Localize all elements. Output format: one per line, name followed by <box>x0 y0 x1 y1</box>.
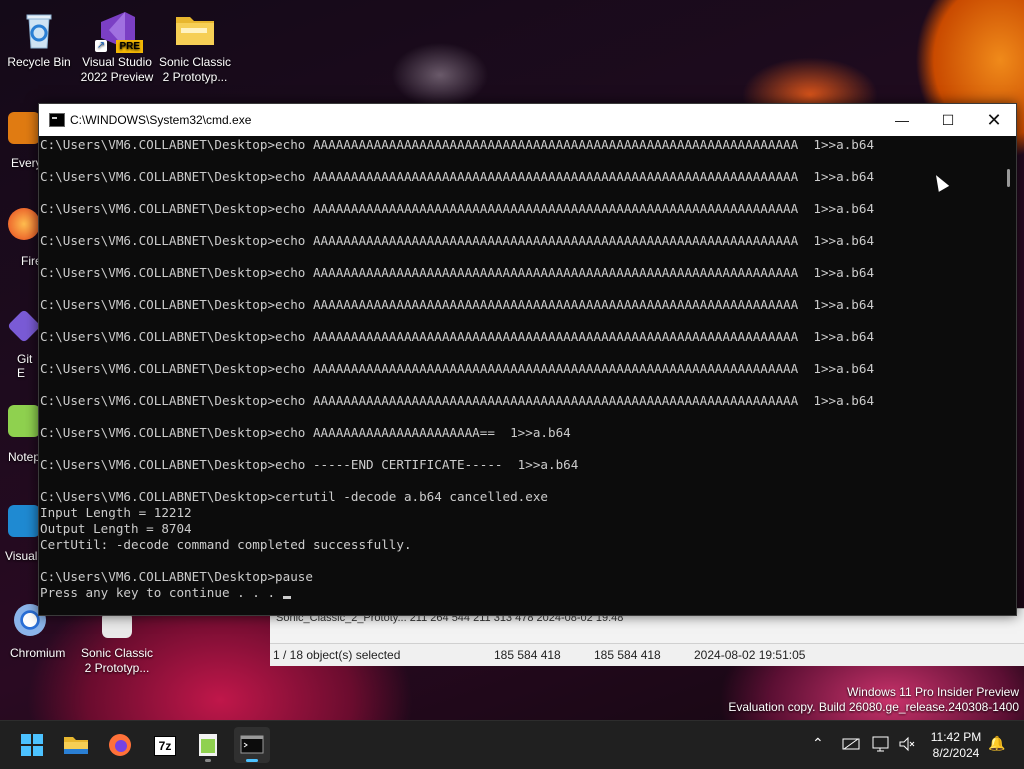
notepad-plus-plus-icon <box>199 734 217 756</box>
network-icon[interactable] <box>842 737 860 754</box>
system-clock[interactable]: 11:42 PM 8/2/2024 <box>921 729 991 761</box>
watermark-edition: Windows 11 Pro Insider Preview <box>847 685 1019 699</box>
desktop-icon-label: Recycle Bin <box>7 55 71 69</box>
desktop-icon-label: Git E <box>17 352 33 380</box>
show-hidden-icons-chevron-icon[interactable]: ⌃ <box>812 735 824 752</box>
desktop-icon-label: Sonic Classic 2 Prototyp... <box>158 55 232 84</box>
taskbar: 7z ⌃ 11:42 PM 8/2/2024 🔔 <box>0 720 1024 769</box>
console-line: C:\Users\VM6.COLLABNET\Desktop>echo AAAA… <box>40 137 875 152</box>
minimize-button[interactable]: — <box>879 104 925 136</box>
console-line: Press any key to continue . . . <box>40 585 998 601</box>
desktop-icon-visual-code[interactable]: Visual <box>5 505 40 563</box>
cmd-window[interactable]: C:\WINDOWS\System32\cmd.exe — ☐ ✕ C:\Use… <box>38 103 1017 616</box>
preview-badge: PRE <box>116 40 143 53</box>
desktop-icon-visual-studio[interactable]: PRE ↗ Visual Studio 2022 Preview <box>78 8 156 85</box>
scrollbar-thumb[interactable] <box>1007 169 1010 187</box>
console-line: C:\Users\VM6.COLLABNET\Desktop>pause <box>40 569 313 584</box>
console-line: C:\Users\VM6.COLLABNET\Desktop>echo AAAA… <box>40 201 875 216</box>
desktop-icon-label: Visual <box>5 549 38 563</box>
desktop-icon-recycle-bin[interactable]: Recycle Bin <box>0 8 78 70</box>
desktop-icon-firefox[interactable]: Fire <box>8 208 42 268</box>
console-line: Input Length = 12212 <box>40 505 192 520</box>
visual-studio-icon: PRE ↗ <box>95 8 143 53</box>
cmd-app-icon <box>49 113 65 127</box>
status-bar: 1 / 18 object(s) selected 185 584 418 18… <box>270 643 1024 666</box>
clock-time: 11:42 PM <box>930 730 982 744</box>
console-line: C:\Users\VM6.COLLABNET\Desktop>echo AAAA… <box>40 233 875 248</box>
file-explorer-icon <box>64 737 88 754</box>
visual-studio-code-icon <box>8 505 40 537</box>
notification-bell-icon[interactable]: 🔔 <box>988 735 1005 752</box>
taskbar-firefox[interactable] <box>102 727 138 763</box>
clock-date: 8/2/2024 <box>932 746 980 760</box>
desktop-icon-label: Visual Studio 2022 Preview <box>80 55 154 84</box>
text-cursor <box>282 596 291 599</box>
windows-watermark: Windows 11 Pro Insider Preview Evaluatio… <box>728 685 1019 715</box>
title-bar[interactable]: C:\WINDOWS\System32\cmd.exe — ☐ ✕ <box>39 104 1016 136</box>
console-line: C:\Users\VM6.COLLABNET\Desktop>echo AAAA… <box>40 329 875 344</box>
desktop-icon-sonic-classic[interactable]: Sonic Classic 2 Prototyp... <box>80 612 154 676</box>
console-line: C:\Users\VM6.COLLABNET\Desktop>echo AAAA… <box>40 361 875 376</box>
console-line: Output Length = 8704 <box>40 521 192 536</box>
maximize-button[interactable]: ☐ <box>925 104 971 136</box>
console-line: C:\Users\VM6.COLLABNET\Desktop>echo ----… <box>40 457 579 472</box>
folder-icon <box>173 8 217 52</box>
console-line: C:\Users\VM6.COLLABNET\Desktop>echo AAAA… <box>40 393 875 408</box>
modified-date: 2024-08-02 19:51:05 <box>694 648 806 662</box>
desktop-icon-everything[interactable]: Every <box>8 112 42 170</box>
firefox-icon <box>109 734 131 756</box>
desktop-icon-git-extensions[interactable]: Git E <box>7 309 41 380</box>
taskbar-notepad-plus-plus[interactable] <box>190 727 226 763</box>
watermark-build: Evaluation copy. Build 26080.ge_release.… <box>728 700 1019 714</box>
git-extensions-icon <box>7 309 41 343</box>
start-icon <box>21 734 43 756</box>
everything-icon <box>8 112 40 144</box>
taskbar-terminal[interactable] <box>234 727 270 763</box>
console-line: C:\Users\VM6.COLLABNET\Desktop>echo AAAA… <box>40 297 875 312</box>
desktop-icon-label: Sonic Classic 2 Prototyp... <box>80 646 154 675</box>
console-line: C:\Users\VM6.COLLABNET\Desktop>echo AAAA… <box>40 425 571 440</box>
console-line: C:\Users\VM6.COLLABNET\Desktop>echo AAAA… <box>40 169 875 184</box>
terminal-icon <box>240 735 264 754</box>
active-indicator <box>246 759 258 762</box>
desktop-icon-label: Chromium <box>10 646 66 660</box>
console-line: C:\Users\VM6.COLLABNET\Desktop>echo AAAA… <box>40 265 875 280</box>
console-output[interactable]: C:\Users\VM6.COLLABNET\Desktop>echo AAAA… <box>39 137 998 615</box>
window-title: C:\WINDOWS\System32\cmd.exe <box>70 113 252 127</box>
recycle-bin-icon <box>17 8 61 52</box>
selection-count: 1 / 18 object(s) selected <box>273 648 401 662</box>
vertical-scrollbar[interactable] <box>998 137 1016 615</box>
display-icon[interactable] <box>872 736 890 755</box>
desktop-icon-notepad-plus-plus[interactable]: Notep <box>8 405 40 464</box>
notepad-plus-plus-icon <box>8 405 40 437</box>
desktop-icon-sonic-folder[interactable]: Sonic Classic 2 Prototyp... <box>156 8 234 85</box>
close-button[interactable]: ✕ <box>971 104 1017 136</box>
taskbar-7zip[interactable]: 7z <box>146 727 182 763</box>
volume-muted-icon[interactable] <box>898 736 916 755</box>
desktop-icon-label: Notep <box>8 450 41 464</box>
7zip-icon: 7z <box>154 736 176 756</box>
console-line: CertUtil: -decode command completed succ… <box>40 537 412 552</box>
file-manager-window[interactable]: Sonic_Classic_2_Prototy... 211 264 544 2… <box>270 608 1024 666</box>
taskbar-file-explorer[interactable] <box>58 727 94 763</box>
console-line: C:\Users\VM6.COLLABNET\Desktop>certutil … <box>40 489 548 504</box>
start-button[interactable] <box>14 727 50 763</box>
selected-size: 185 584 418 <box>494 648 561 662</box>
shortcut-arrow-icon: ↗ <box>95 40 107 52</box>
total-size: 185 584 418 <box>594 648 661 662</box>
firefox-icon <box>8 208 40 240</box>
running-indicator <box>205 759 211 762</box>
